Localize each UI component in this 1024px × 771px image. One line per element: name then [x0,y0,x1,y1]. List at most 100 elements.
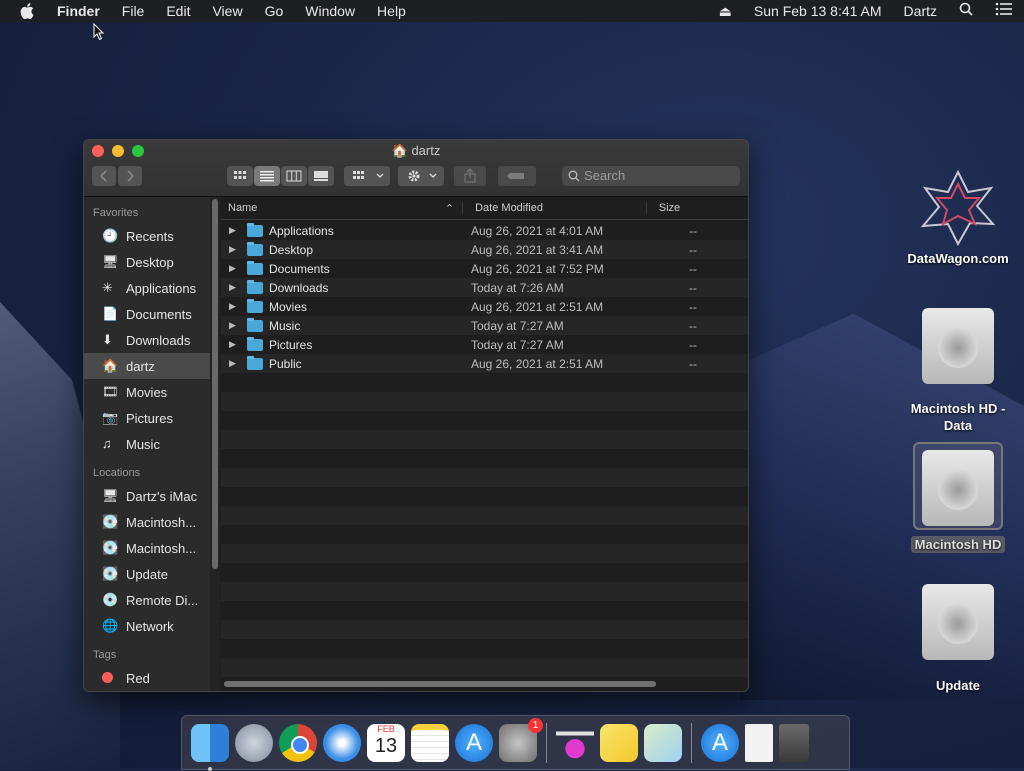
sidebar-item-remote-disc[interactable]: 💿 Remote Di... [84,587,210,613]
file-row[interactable]: ▶ Public Aug 26, 2021 at 2:51 AM -- [221,354,748,373]
sort-chevron-icon: ⌃ [444,203,455,215]
file-size: -- [689,318,697,333]
home-icon: 🏠 [102,358,119,373]
notification-center-icon[interactable] [984,0,1024,22]
sidebar-scrollbar[interactable] [210,197,220,691]
sidebar-item-applications[interactable]: ✳ Applications [84,275,210,301]
trash-icon[interactable] [779,723,809,762]
back-button[interactable] [92,166,116,186]
file-size: -- [689,261,697,276]
sidebar-item-movies[interactable]: 🎞 Movies [84,379,210,405]
disc-icon: 💿 [102,592,119,607]
chrome-icon[interactable] [279,723,317,762]
menu-clock[interactable]: Sun Feb 13 8:41 AM [743,0,893,22]
sidebar-item-label: Music [126,436,160,452]
file-row[interactable]: ▶ Applications Aug 26, 2021 at 4:01 AM -- [221,221,748,240]
sidebar-item-recents[interactable]: 🕘 Recents [84,223,210,249]
disclosure-triangle-icon[interactable]: ▶ [229,358,239,369]
file-date: Aug 26, 2021 at 7:52 PM [471,261,604,276]
file-size: -- [689,337,697,352]
tags-button[interactable] [498,166,536,186]
sidebar-item-desktop[interactable]: 🖥 Desktop [84,249,210,275]
share-button[interactable] [454,166,486,186]
sidebar-item-imac[interactable]: 🖥 Dartz's iMac [84,483,210,509]
installer-flask-icon[interactable] [556,723,594,762]
column-view-button[interactable] [281,166,307,186]
file-row[interactable]: ▶ Downloads Today at 7:26 AM -- [221,278,748,297]
menu-edit[interactable]: Edit [155,0,201,22]
sidebar-item-music[interactable]: ♫ Music [84,431,210,457]
search-placeholder: Search [584,168,626,183]
menu-view[interactable]: View [201,0,253,22]
sidebar-item-tag-red[interactable]: Red [84,665,210,691]
music-note-icon: ♫ [102,436,112,451]
forward-button[interactable] [118,166,142,186]
eject-icon[interactable]: ⏏ [708,0,743,22]
menu-help[interactable]: Help [366,0,417,22]
sidebar-scroll-thumb[interactable] [212,199,218,569]
download-icon: ⬇ [102,332,113,347]
gallery-view-button[interactable] [308,166,334,186]
file-row[interactable]: ▶ Music Today at 7:27 AM -- [221,316,748,335]
sidebar-item-macintosh-hd-data[interactable]: 💽 Macintosh... [84,509,210,535]
calendar-icon[interactable]: FEB 13 [367,723,405,762]
disclosure-triangle-icon[interactable]: ▶ [229,263,239,274]
disclosure-triangle-icon[interactable]: ▶ [229,244,239,255]
disclosure-triangle-icon[interactable]: ▶ [229,301,239,312]
size-column-header[interactable]: Size [647,202,748,214]
document-icon[interactable] [745,723,773,762]
desktop-icon-macintosh-hd[interactable]: Macintosh HD [898,442,1018,553]
icon-view-button[interactable] [227,166,253,186]
date-column-header[interactable]: Date Modified [463,202,647,214]
file-row[interactable]: ▶ Pictures Today at 7:27 AM -- [221,335,748,354]
name-column-header[interactable]: Name ⌃ [221,202,464,215]
disk-icon: 💽 [102,514,119,529]
sidebar-item-macintosh-hd[interactable]: 💽 Macintosh... [84,535,210,561]
file-row[interactable]: ▶ Desktop Aug 26, 2021 at 3:41 AM -- [221,240,748,259]
safari-compass-icon[interactable] [323,723,361,762]
group-by-dropdown[interactable] [344,166,390,186]
app-store-icon[interactable]: A [455,723,493,762]
sidebar-item-label: Network [126,618,174,634]
disclosure-triangle-icon[interactable]: ▶ [229,339,239,350]
sidebar-item-network[interactable]: 🌐 Network [84,613,210,639]
file-row[interactable]: ▶ Movies Aug 26, 2021 at 2:51 AM -- [221,297,748,316]
disclosure-triangle-icon[interactable]: ▶ [229,320,239,331]
disclosure-triangle-icon[interactable]: ▶ [229,225,239,236]
file-name: Pictures [269,337,313,352]
menu-bar: Finder File Edit View Go Window Help ⏏ S… [0,0,1024,22]
menu-file[interactable]: File [111,0,156,22]
sidebar-item-documents[interactable]: 📄 Documents [84,301,210,327]
desktop-icon-datawagon[interactable]: DataWagon.com [898,168,1018,266]
column-headers: Name ⌃ Date Modified Size [221,197,748,220]
menu-user[interactable]: Dartz [893,0,948,22]
action-gear-dropdown[interactable] [398,166,444,186]
sidebar-item-downloads[interactable]: ⬇ Downloads [84,327,210,353]
system-preferences-gear-icon[interactable]: 1 [499,717,543,762]
search-field[interactable]: Search [562,166,740,186]
desktop-icon-update[interactable]: Update [898,584,1018,693]
file-row[interactable]: ▶ Documents Aug 26, 2021 at 7:52 PM -- [221,259,748,278]
notes-icon[interactable] [411,723,449,762]
horizontal-scroll-thumb[interactable] [224,681,656,687]
sidebar-item-label: dartz [126,358,155,374]
sidebar-heading-locations: Locations [93,467,141,479]
spotlight-search-icon[interactable] [948,0,984,22]
finder-dock-icon[interactable] [191,723,229,771]
apple-menu-icon[interactable] [20,3,34,19]
sidebar-item-pictures[interactable]: 📷 Pictures [84,405,210,431]
sidebar-item-dartz[interactable]: 🏠 dartz [84,353,210,379]
app-store-folder-icon[interactable]: A [701,723,739,762]
folder-icon [247,317,263,332]
disclosure-triangle-icon[interactable]: ▶ [229,282,239,293]
menu-window[interactable]: Window [294,0,366,22]
menu-go[interactable]: Go [254,0,295,22]
maps-icon[interactable] [644,723,682,762]
sidebar-item-update[interactable]: 💽 Update [84,561,210,587]
launchpad-rocket-icon[interactable] [235,723,273,762]
desktop-icon-macintosh-hd-data[interactable]: Macintosh HD - Data [898,308,1018,434]
menu-app-name[interactable]: Finder [46,0,111,22]
file-date: Today at 7:27 AM [471,337,564,352]
list-view-button[interactable] [254,166,280,186]
stickies-icon[interactable] [600,723,638,762]
